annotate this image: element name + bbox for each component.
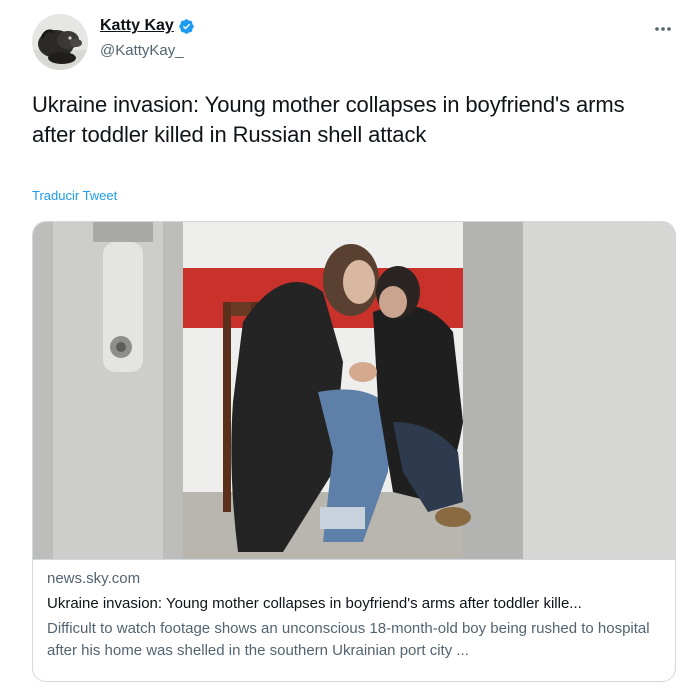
profile-photo-icon — [32, 14, 88, 70]
author-handle[interactable]: @KattyKay_ — [100, 42, 184, 59]
card-description: Difficult to watch footage shows an unco… — [47, 620, 650, 659]
link-preview-card[interactable]: news.sky.com Ukraine invasion: Young mot… — [32, 221, 676, 682]
card-title: Ukraine invasion: Young mother collapses… — [47, 595, 582, 612]
card-domain: news.sky.com — [47, 570, 141, 587]
tweet-text: Ukraine invasion: Young mother collapses… — [32, 92, 625, 147]
more-horizontal-icon[interactable] — [652, 22, 674, 36]
tweet[interactable]: Katty Kay @KattyKay_ Ukraine invasion: Y… — [0, 0, 700, 691]
author-display-name[interactable]: Katty Kay — [100, 17, 174, 35]
author-name-row[interactable]: Katty Kay — [100, 17, 195, 35]
translate-tweet-link[interactable]: Traducir Tweet — [32, 188, 117, 203]
news-photo-image — [33, 222, 675, 559]
avatar[interactable] — [32, 14, 88, 70]
card-divider — [33, 559, 675, 560]
verified-badge-icon — [179, 18, 194, 34]
